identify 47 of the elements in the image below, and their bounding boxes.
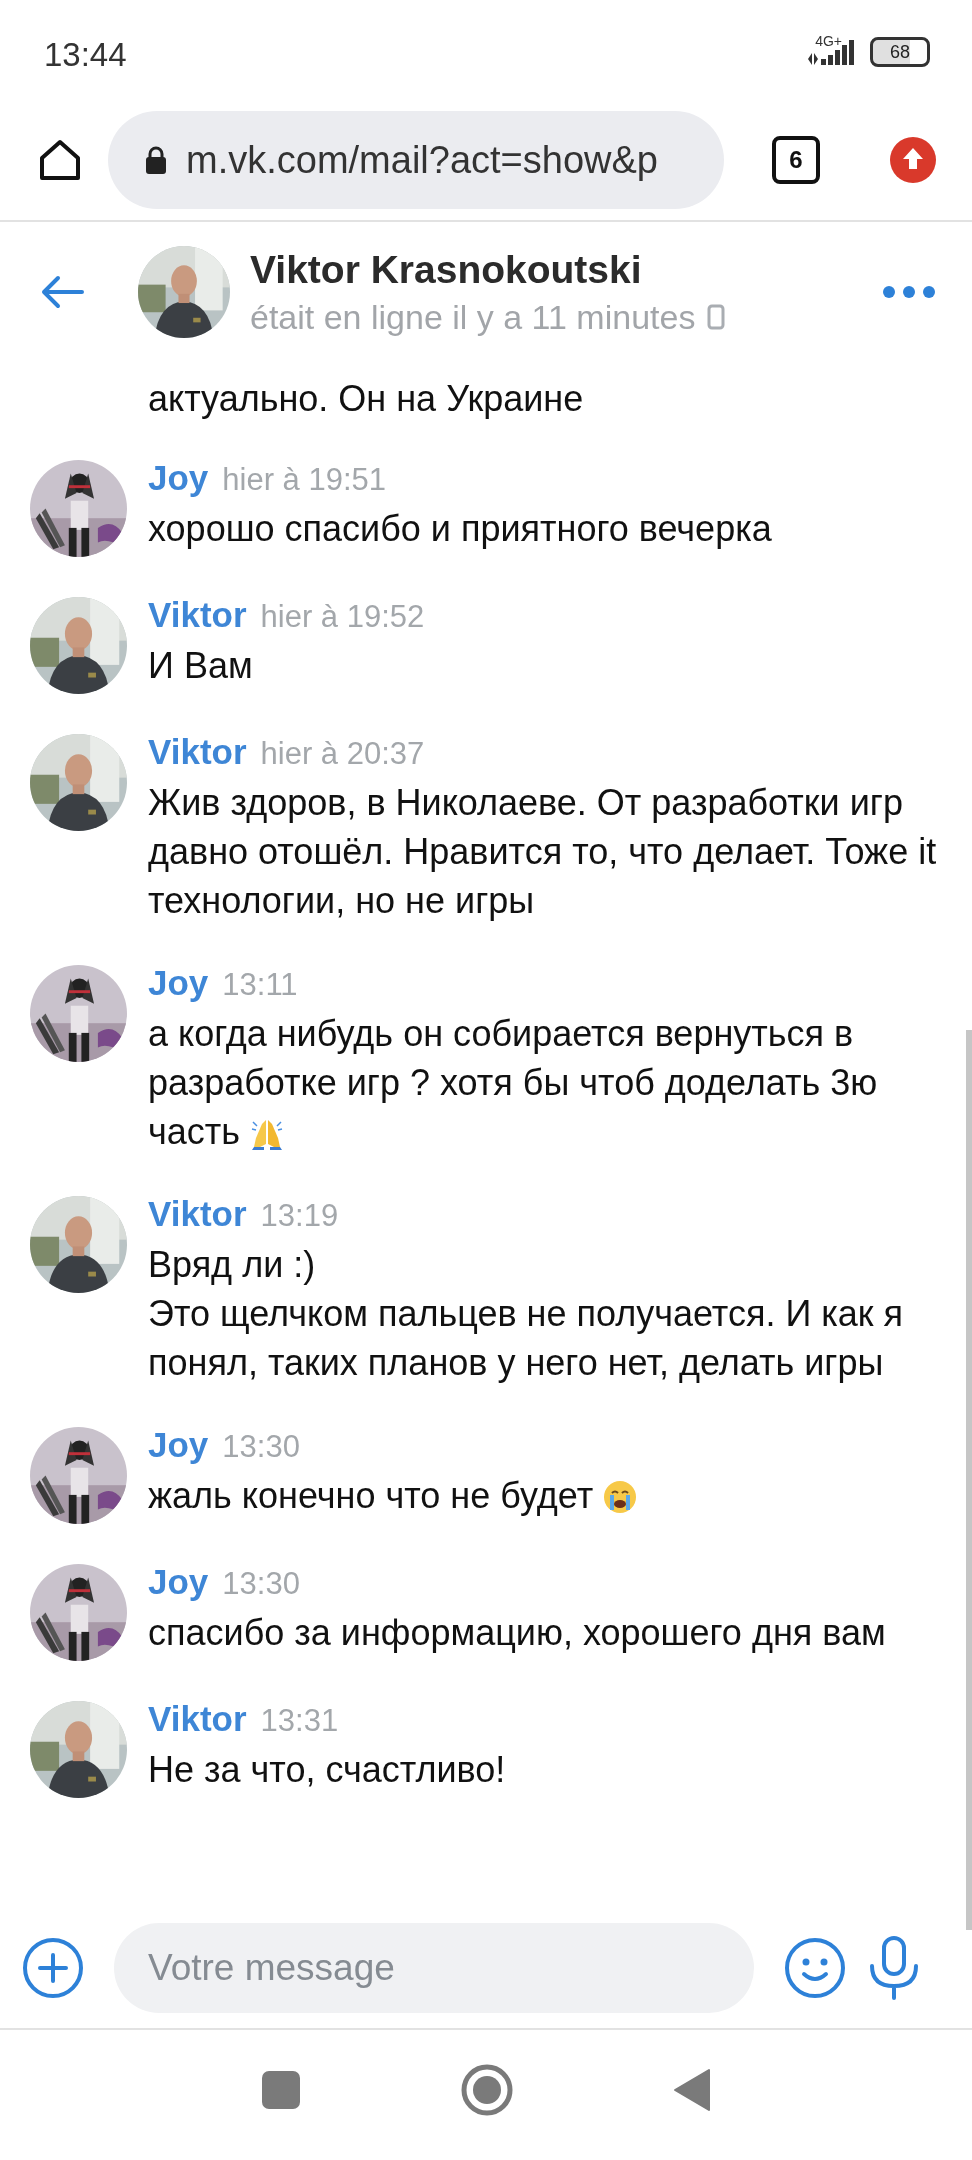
message-time: 13:19 — [260, 1198, 339, 1234]
status-time: 13:44 — [44, 35, 127, 74]
phone-icon — [707, 304, 726, 330]
author-name[interactable]: Joy — [148, 1562, 209, 1602]
author-name[interactable]: Joy — [148, 458, 209, 498]
message-text: жаль конечно что не будет — [148, 1471, 958, 1520]
author-name[interactable]: Joy — [148, 963, 209, 1003]
more-options-icon[interactable] — [882, 285, 936, 299]
message-text: Вряд ли :) Это щелчком пальцев не получается. И как я понял, таких планов у него нет, делать игры — [148, 1243, 905, 1385]
upload-icon[interactable] — [890, 137, 936, 183]
author-name[interactable]: Viktor — [148, 595, 247, 635]
message-input[interactable]: Votre message — [114, 1923, 754, 2013]
back-nav-icon[interactable] — [673, 2068, 711, 2112]
author-name[interactable]: Viktor — [148, 1194, 247, 1234]
microphone-icon[interactable] — [868, 1936, 920, 2000]
message-text: а когда нибудь он собирается вернуться в разработке игр ? хотя бы чтоб доделать 3ю часть — [148, 1012, 879, 1154]
message-time: hier à 19:52 — [260, 599, 425, 635]
author-name[interactable]: Viktor — [148, 732, 247, 772]
add-icon[interactable] — [22, 1937, 84, 1999]
home-nav-icon[interactable] — [461, 2064, 513, 2116]
message-time: hier à 19:51 — [222, 462, 387, 498]
smiley-icon[interactable] — [784, 1937, 846, 1999]
url-text: m.vk.com/mail?act=show&p — [186, 138, 658, 182]
last-seen-text: était en ligne il y a 11 minutes — [250, 297, 696, 337]
author-name[interactable]: Viktor — [148, 1699, 247, 1739]
message-text: И Вам — [148, 644, 254, 688]
message-time: 13:11 — [222, 967, 298, 1003]
signal-icon — [806, 37, 856, 67]
message-time: 13:31 — [260, 1703, 339, 1739]
message-time: 13:30 — [222, 1429, 300, 1465]
battery-level: 68 — [890, 41, 910, 63]
square-nav-icon[interactable] — [261, 2070, 301, 2110]
crying-face-icon — [603, 1480, 638, 1514]
network-type: 4G+ — [815, 33, 842, 49]
lock-icon — [144, 145, 168, 175]
author-name[interactable]: Joy — [148, 1425, 209, 1465]
message-text: актуально. Он на Украине — [147, 377, 585, 421]
back-arrow-icon[interactable] — [40, 274, 84, 310]
message-text: Не за что, счастливо! — [148, 1748, 507, 1792]
address-bar[interactable]: m.vk.com/mail?act=show&p — [108, 111, 724, 209]
message-time: 13:30 — [222, 1566, 300, 1602]
message-time: hier à 20:37 — [260, 736, 425, 772]
tab-count-button[interactable]: 6 — [772, 136, 820, 184]
contact-name: Viktor Krasnokoutski — [250, 247, 643, 292]
message-text: хорошо спасибо и приятного вечерка — [148, 507, 773, 551]
message-text: спасибо за информацию, хорошего дня вам — [148, 1611, 887, 1655]
message-text: Жив здоров, в Николаеве. От разработки игр давно отошёл. Нравится то, что делает. Тоже it технологии, но не игры — [148, 781, 938, 923]
